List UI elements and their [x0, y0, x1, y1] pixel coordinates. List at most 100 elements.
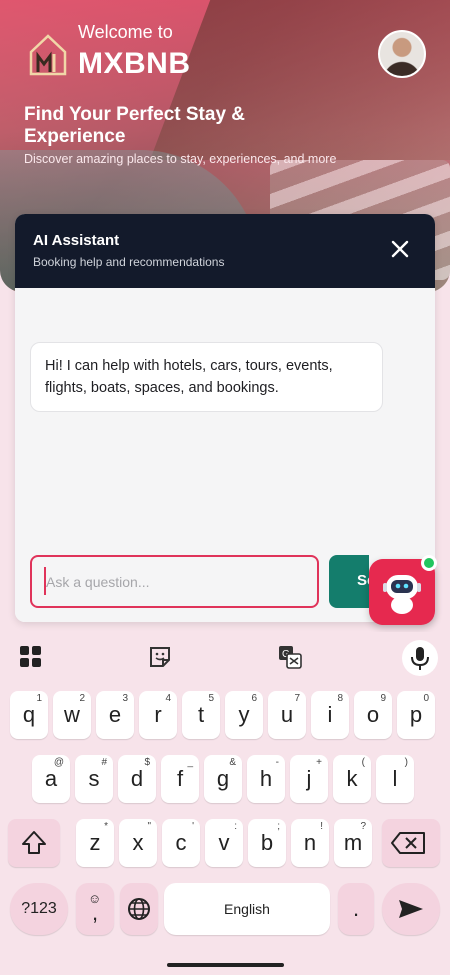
key-a[interactable]: a @: [32, 755, 70, 803]
key-hint: &: [229, 757, 236, 768]
hero-title: Find Your Perfect Stay & Experience: [24, 104, 246, 147]
key-w[interactable]: w2: [53, 691, 91, 739]
language-key[interactable]: [120, 883, 158, 935]
key-hint: ": [147, 821, 151, 832]
question-input[interactable]: [30, 555, 319, 608]
key-z[interactable]: z *: [76, 819, 114, 867]
send-button[interactable]: Send: [329, 555, 369, 608]
key-hint: @: [53, 757, 64, 768]
key-label: f: [176, 766, 184, 791]
key-t[interactable]: t5: [182, 691, 220, 739]
key-label: n: [303, 830, 317, 855]
microphone-button[interactable]: [402, 640, 438, 676]
user-avatar[interactable]: [378, 30, 426, 78]
key-hint: 4: [165, 693, 171, 704]
backspace-key[interactable]: [382, 819, 440, 867]
key-label: x: [132, 830, 144, 855]
send-arrow-icon: [399, 900, 423, 918]
key-u[interactable]: u7: [268, 691, 306, 739]
shift-icon: [22, 831, 46, 854]
key-hint: 3: [122, 693, 128, 704]
key-label: a: [44, 766, 58, 791]
key-label: b: [260, 830, 274, 855]
shift-key[interactable]: [8, 819, 60, 867]
key-hint: 5: [208, 693, 214, 704]
chat-subtitle: Booking help and recommendations: [33, 255, 225, 269]
comma-key[interactable]: , ☺: [76, 883, 114, 935]
key-s[interactable]: s #: [75, 755, 113, 803]
close-icon[interactable]: [391, 240, 409, 258]
key-j[interactable]: j +: [290, 755, 328, 803]
key-label: l: [392, 766, 398, 791]
key-p[interactable]: p0: [397, 691, 435, 739]
key-b[interactable]: b;: [248, 819, 286, 867]
key-g[interactable]: g &: [204, 755, 242, 803]
emoji-hint-icon: ☺: [88, 891, 102, 906]
key-n[interactable]: n!: [291, 819, 329, 867]
key-label: j: [306, 766, 312, 791]
key-label: i: [327, 702, 333, 727]
key-hint: #: [101, 757, 107, 768]
text-caret: [44, 567, 46, 595]
key-label: s: [88, 766, 100, 791]
translate-icon[interactable]: G: [277, 644, 303, 670]
key-c[interactable]: c ': [162, 819, 200, 867]
key-hint: -: [275, 757, 279, 768]
online-status-dot: [421, 555, 437, 571]
key-label: m: [343, 830, 363, 855]
key-hint: 0: [423, 693, 429, 704]
key-label: d: [130, 766, 144, 791]
chat-header: AI Assistant Booking help and recommenda…: [15, 214, 435, 288]
key-hint: ): [404, 757, 408, 768]
chat-title: AI Assistant: [33, 232, 120, 249]
key-hint: ?: [360, 821, 366, 832]
key-hint: 8: [337, 693, 343, 704]
key-hint: 7: [294, 693, 300, 704]
key-label: g: [216, 766, 230, 791]
on-screen-keyboard: G q1w2e3r4t5y6u7i8o9p0 a @ s # d $ f _ g & h - j + k(l…: [0, 632, 450, 975]
key-hint: (: [361, 757, 365, 768]
key-hint: !: [320, 821, 323, 832]
key-hint: 1: [36, 693, 42, 704]
key-h[interactable]: h-: [247, 755, 285, 803]
sticker-icon[interactable]: [147, 644, 173, 670]
key-label: p: [409, 702, 423, 727]
key-label: w: [64, 702, 80, 727]
key-label: o: [366, 702, 380, 727]
key-y[interactable]: y6: [225, 691, 263, 739]
key-label: u: [280, 702, 294, 727]
home-indicator: [167, 963, 284, 967]
key-r[interactable]: r4: [139, 691, 177, 739]
space-key[interactable]: English: [164, 883, 330, 935]
key-label: y: [238, 702, 250, 727]
welcome-text: Welcome to: [78, 22, 173, 42]
apps-grid-icon[interactable]: [18, 644, 44, 670]
hero-subtitle: Discover amazing places to stay, experie…: [24, 152, 337, 166]
assistant-message: Hi! I can help with hotels, cars, tours,…: [30, 342, 383, 412]
key-i[interactable]: i8: [311, 691, 349, 739]
key-e[interactable]: e3: [96, 691, 134, 739]
key-k[interactable]: k(: [333, 755, 371, 803]
key-hint: 6: [251, 693, 257, 704]
key-hint: 2: [79, 693, 85, 704]
key-l[interactable]: l): [376, 755, 414, 803]
key-label: v: [218, 830, 230, 855]
key-f[interactable]: f _: [161, 755, 199, 803]
enter-key[interactable]: [382, 883, 440, 935]
key-hint: :: [234, 821, 237, 832]
key-label: r: [154, 702, 162, 727]
key-q[interactable]: q1: [10, 691, 48, 739]
brand-name: MXBNB: [78, 47, 191, 80]
key-x[interactable]: x ": [119, 819, 157, 867]
key-o[interactable]: o9: [354, 691, 392, 739]
key-v[interactable]: v:: [205, 819, 243, 867]
key-hint: 9: [380, 693, 386, 704]
key-d[interactable]: d $: [118, 755, 156, 803]
symbols-key[interactable]: ?123: [10, 883, 68, 935]
key-m[interactable]: m?: [334, 819, 372, 867]
key-label: q: [22, 702, 36, 727]
key-hint: +: [316, 757, 322, 768]
microphone-icon: [411, 647, 429, 670]
period-key[interactable]: .: [338, 883, 374, 935]
key-label: e: [108, 702, 122, 727]
